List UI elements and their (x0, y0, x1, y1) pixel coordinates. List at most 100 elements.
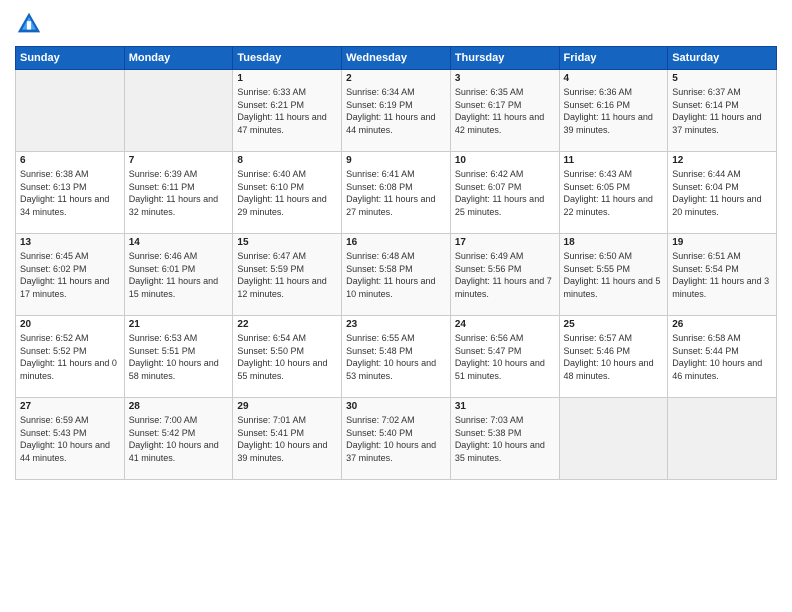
day-cell: 3Sunrise: 6:35 AM Sunset: 6:17 PM Daylig… (450, 70, 559, 152)
day-cell: 9 Sunrise: 6:41 AM Sunset: 6:08 PM Daylig… (342, 152, 451, 234)
day-number: 13 (20, 237, 120, 248)
day-info: Sunrise: 7:02 AM Sunset: 5:40 PM Dayligh… (346, 414, 446, 464)
day-cell: 4 Sunrise: 6:36 AM Sunset: 6:16 PM Daylig… (559, 70, 668, 152)
day-info: Sunrise: 6:45 AM Sunset: 6:02 PM Dayligh… (20, 250, 120, 300)
header (15, 10, 777, 38)
day-number: 5 (672, 73, 772, 84)
col-header-wednesday: Wednesday (342, 47, 451, 70)
day-info: Sunrise: 6:59 AM Sunset: 5:43 PM Dayligh… (20, 414, 120, 464)
day-cell: 14 Sunrise: 6:46 AM Sunset: 6:01 PM Dayli… (124, 234, 233, 316)
day-cell (668, 398, 777, 480)
day-number: 16 (346, 237, 446, 248)
day-info: Sunrise: 6:58 AM Sunset: 5:44 PM Dayligh… (672, 332, 772, 382)
day-info: Sunrise: 6:57 AM Sunset: 5:46 PM Dayligh… (564, 332, 664, 382)
day-info: Sunrise: 6:34 AM Sunset: 6:19 PM Dayligh… (346, 86, 446, 136)
day-info: Sunrise: 6:33 AM Sunset: 6:21 PM Dayligh… (237, 86, 337, 136)
day-cell: 13 Sunrise: 6:45 AM Sunset: 6:02 PM Dayli… (16, 234, 125, 316)
day-number: 2 (346, 73, 446, 84)
day-info: Sunrise: 6:52 AM Sunset: 5:52 PM Dayligh… (20, 332, 120, 382)
day-info: Sunrise: 6:49 AM Sunset: 5:56 PM Dayligh… (455, 250, 555, 300)
day-number: 31 (455, 401, 555, 412)
day-info: Sunrise: 6:36 AM Sunset: 6:16 PM Dayligh… (564, 86, 664, 136)
day-info: Sunrise: 6:54 AM Sunset: 5:50 PM Dayligh… (237, 332, 337, 382)
day-cell: 25 Sunrise: 6:57 AM Sunset: 5:46 PM Dayli… (559, 316, 668, 398)
day-cell: 27 Sunrise: 6:59 AM Sunset: 5:43 PM Dayli… (16, 398, 125, 480)
day-info: Sunrise: 6:51 AM Sunset: 5:54 PM Dayligh… (672, 250, 772, 300)
col-header-tuesday: Tuesday (233, 47, 342, 70)
day-info: Sunrise: 7:01 AM Sunset: 5:41 PM Dayligh… (237, 414, 337, 464)
day-info: Sunrise: 6:42 AM Sunset: 6:07 PM Dayligh… (455, 168, 555, 218)
week-row-1: 1 Sunrise: 6:33 AM Sunset: 6:21 PM Daylig… (16, 70, 777, 152)
day-number: 15 (237, 237, 337, 248)
day-number: 9 (346, 155, 446, 166)
day-cell: 30 Sunrise: 7:02 AM Sunset: 5:40 PM Dayli… (342, 398, 451, 480)
day-cell: 24 Sunrise: 6:56 AM Sunset: 5:47 PM Dayli… (450, 316, 559, 398)
day-cell: 21 Sunrise: 6:53 AM Sunset: 5:51 PM Dayli… (124, 316, 233, 398)
day-cell: 10 Sunrise: 6:42 AM Sunset: 6:07 PM Dayli… (450, 152, 559, 234)
day-number: 21 (129, 319, 229, 330)
day-number: 26 (672, 319, 772, 330)
day-cell (16, 70, 125, 152)
day-number: 28 (129, 401, 229, 412)
day-info: Sunrise: 6:53 AM Sunset: 5:51 PM Dayligh… (129, 332, 229, 382)
day-info: Sunrise: 6:40 AM Sunset: 6:10 PM Dayligh… (237, 168, 337, 218)
day-info: Sunrise: 6:50 AM Sunset: 5:55 PM Dayligh… (564, 250, 664, 300)
day-number: 7 (129, 155, 229, 166)
day-cell: 8 Sunrise: 6:40 AM Sunset: 6:10 PM Daylig… (233, 152, 342, 234)
day-info: Sunrise: 6:35 AM Sunset: 6:17 PM Dayligh… (455, 86, 555, 136)
day-number: 10 (455, 155, 555, 166)
day-number: 8 (237, 155, 337, 166)
day-info: Sunrise: 6:41 AM Sunset: 6:08 PM Dayligh… (346, 168, 446, 218)
day-info: Sunrise: 7:00 AM Sunset: 5:42 PM Dayligh… (129, 414, 229, 464)
day-number: 24 (455, 319, 555, 330)
day-info: Sunrise: 6:38 AM Sunset: 6:13 PM Dayligh… (20, 168, 120, 218)
col-header-saturday: Saturday (668, 47, 777, 70)
day-number: 20 (20, 319, 120, 330)
day-cell: 22Sunrise: 6:54 AM Sunset: 5:50 PM Dayli… (233, 316, 342, 398)
logo-icon (15, 10, 43, 38)
day-number: 19 (672, 237, 772, 248)
day-number: 30 (346, 401, 446, 412)
week-row-4: 20 Sunrise: 6:52 AM Sunset: 5:52 PM Dayli… (16, 316, 777, 398)
header-row: SundayMondayTuesdayWednesdayThursdayFrid… (16, 47, 777, 70)
col-header-friday: Friday (559, 47, 668, 70)
day-cell: 5Sunrise: 6:37 AM Sunset: 6:14 PM Daylig… (668, 70, 777, 152)
day-cell: 11Sunrise: 6:43 AM Sunset: 6:05 PM Dayli… (559, 152, 668, 234)
day-cell: 28 Sunrise: 7:00 AM Sunset: 5:42 PM Dayli… (124, 398, 233, 480)
day-cell: 7Sunrise: 6:39 AM Sunset: 6:11 PM Daylig… (124, 152, 233, 234)
day-cell: 16 Sunrise: 6:48 AM Sunset: 5:58 PM Dayli… (342, 234, 451, 316)
day-number: 1 (237, 73, 337, 84)
day-info: Sunrise: 6:47 AM Sunset: 5:59 PM Dayligh… (237, 250, 337, 300)
day-info: Sunrise: 6:46 AM Sunset: 6:01 PM Dayligh… (129, 250, 229, 300)
day-info: Sunrise: 7:03 AM Sunset: 5:38 PM Dayligh… (455, 414, 555, 464)
day-cell: 17 Sunrise: 6:49 AM Sunset: 5:56 PM Dayli… (450, 234, 559, 316)
day-cell: 20 Sunrise: 6:52 AM Sunset: 5:52 PM Dayli… (16, 316, 125, 398)
calendar-table: SundayMondayTuesdayWednesdayThursdayFrid… (15, 46, 777, 480)
day-info: Sunrise: 6:43 AM Sunset: 6:05 PM Dayligh… (564, 168, 664, 218)
day-cell: 19 Sunrise: 6:51 AM Sunset: 5:54 PM Dayli… (668, 234, 777, 316)
day-info: Sunrise: 6:44 AM Sunset: 6:04 PM Dayligh… (672, 168, 772, 218)
day-number: 4 (564, 73, 664, 84)
day-cell: 12Sunrise: 6:44 AM Sunset: 6:04 PM Dayli… (668, 152, 777, 234)
week-row-2: 6 Sunrise: 6:38 AM Sunset: 6:13 PM Daylig… (16, 152, 777, 234)
day-cell: 15 Sunrise: 6:47 AM Sunset: 5:59 PM Dayli… (233, 234, 342, 316)
day-cell: 2 Sunrise: 6:34 AM Sunset: 6:19 PM Daylig… (342, 70, 451, 152)
day-number: 17 (455, 237, 555, 248)
day-cell: 31 Sunrise: 7:03 AM Sunset: 5:38 PM Dayli… (450, 398, 559, 480)
col-header-thursday: Thursday (450, 47, 559, 70)
day-number: 6 (20, 155, 120, 166)
col-header-sunday: Sunday (16, 47, 125, 70)
day-number: 29 (237, 401, 337, 412)
page: SundayMondayTuesdayWednesdayThursdayFrid… (0, 0, 792, 612)
col-header-monday: Monday (124, 47, 233, 70)
day-number: 25 (564, 319, 664, 330)
logo (15, 10, 47, 38)
day-number: 14 (129, 237, 229, 248)
day-number: 27 (20, 401, 120, 412)
day-cell: 6 Sunrise: 6:38 AM Sunset: 6:13 PM Daylig… (16, 152, 125, 234)
day-cell: 29 Sunrise: 7:01 AM Sunset: 5:41 PM Dayli… (233, 398, 342, 480)
day-info: Sunrise: 6:56 AM Sunset: 5:47 PM Dayligh… (455, 332, 555, 382)
day-cell (559, 398, 668, 480)
day-info: Sunrise: 6:48 AM Sunset: 5:58 PM Dayligh… (346, 250, 446, 300)
day-cell: 23Sunrise: 6:55 AM Sunset: 5:48 PM Dayli… (342, 316, 451, 398)
